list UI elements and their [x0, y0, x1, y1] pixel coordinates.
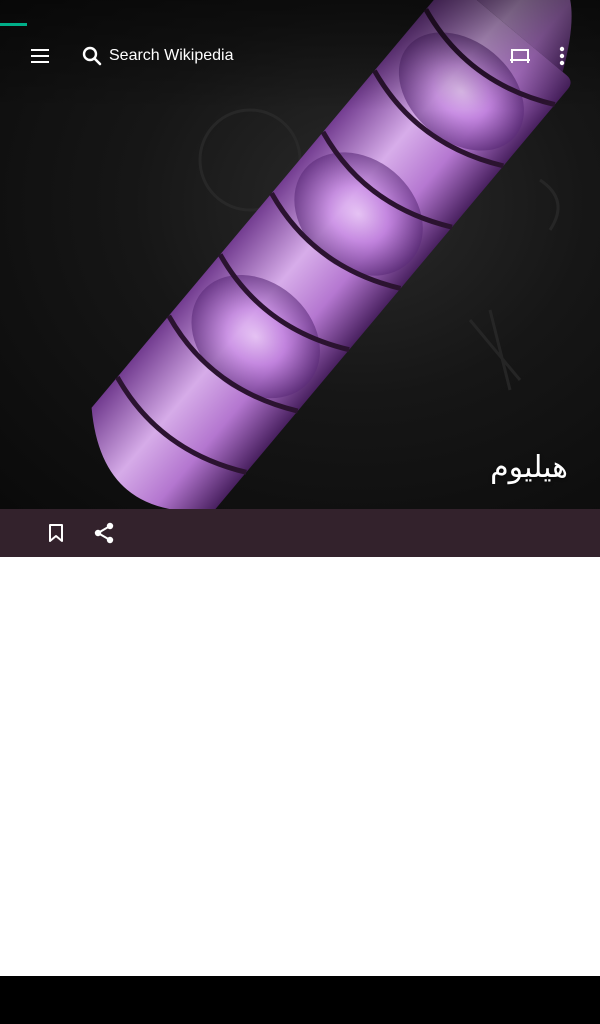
article-title: هيليوم [490, 450, 568, 485]
bookmark-icon [49, 524, 63, 542]
menu-icon [31, 49, 49, 63]
article-action-bar [0, 509, 600, 557]
search-placeholder: Search Wikipedia [109, 47, 234, 64]
save-bookmark-button[interactable] [36, 513, 76, 553]
share-icon [94, 522, 114, 544]
search-icon [80, 44, 104, 68]
article-content [0, 557, 600, 976]
overflow-menu-icon [559, 46, 565, 66]
toolbar: Search Wikipedia [0, 28, 600, 84]
menu-button[interactable] [20, 36, 60, 76]
app-screen: Search Wikipedia هيليوم [0, 0, 600, 1024]
share-button[interactable] [84, 513, 124, 553]
page-load-progress [0, 23, 27, 26]
overflow-menu-button[interactable] [542, 36, 582, 76]
tabs-button[interactable] [500, 36, 540, 76]
search-input[interactable]: Search Wikipedia [80, 36, 380, 76]
system-navigation-bar [0, 976, 600, 1024]
tabs-icon [510, 49, 530, 63]
